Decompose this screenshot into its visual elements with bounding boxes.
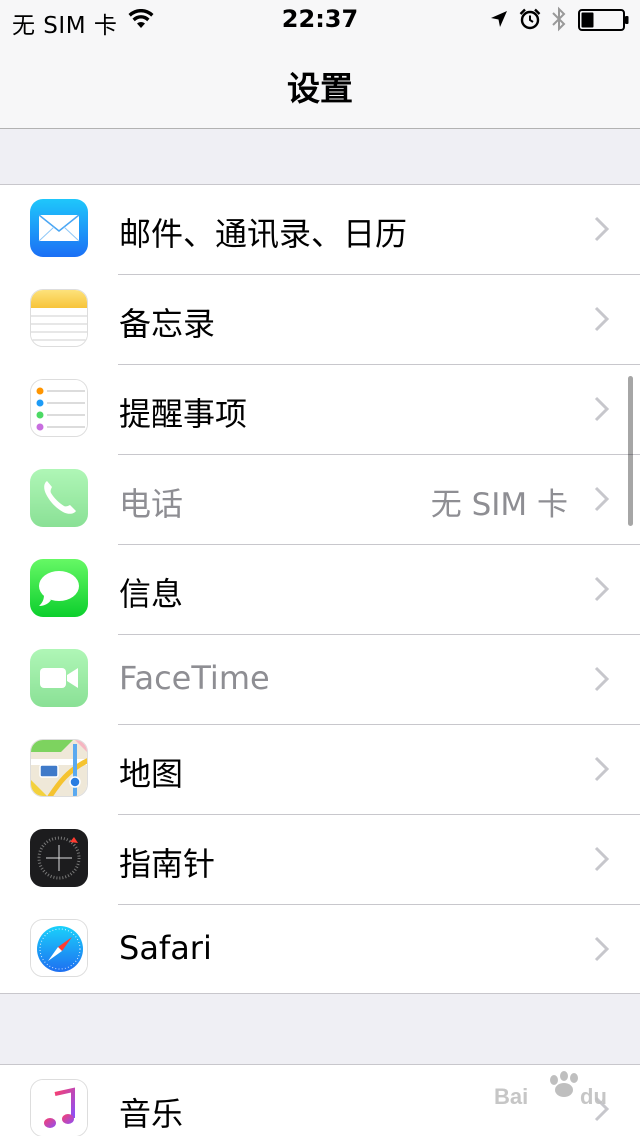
row-value-phone: 无 SIM 卡: [430, 487, 568, 523]
alarm-icon: [519, 8, 541, 30]
row-label-maps: 地图: [119, 755, 184, 793]
settings-row-notes[interactable]: 备忘录: [0, 275, 640, 365]
phone-app-icon: [30, 469, 88, 527]
clock: 22:37: [281, 5, 359, 33]
battery-icon: [578, 9, 629, 31]
settings-row-phone[interactable]: 电话 无 SIM 卡: [0, 455, 640, 545]
location-arrow-icon: [491, 11, 507, 27]
chevron-right-icon: [594, 576, 610, 602]
scroll-indicator[interactable]: [628, 376, 633, 526]
page-title: 设置: [287, 69, 353, 108]
svg-text:du: du: [580, 1084, 607, 1109]
chevron-right-icon: [594, 846, 610, 872]
row-label-reminders: 提醒事项: [119, 395, 248, 433]
settings-row-mail[interactable]: 邮件、通讯录、日历: [0, 185, 640, 275]
svg-text:Bai: Bai: [494, 1084, 528, 1109]
chevron-right-icon: [594, 216, 610, 242]
row-label-messages: 信息: [119, 575, 184, 613]
messages-app-icon: [30, 559, 88, 617]
baidu-jingyan-watermark: Bai du: [494, 1071, 607, 1109]
compass-app-icon: [30, 829, 88, 887]
settings-group-apps: 邮件、通讯录、日历 备忘录 提醒事项 电话 无 SIM 卡 信息 FaceTim…: [0, 184, 640, 994]
reminders-app-icon: [30, 379, 88, 437]
row-label-phone: 电话: [119, 485, 184, 523]
settings-screen: 无 SIM 卡 22:37 设置 邮件、通讯录、日历 备忘录 提醒事项 电话 无…: [0, 0, 640, 1136]
chevron-right-icon: [594, 306, 610, 332]
facetime-app-icon: [30, 649, 88, 707]
settings-row-safari[interactable]: Safari: [0, 905, 640, 995]
mail-app-icon: [30, 199, 88, 257]
settings-row-compass[interactable]: 指南针: [0, 815, 640, 905]
settings-row-messages[interactable]: 信息: [0, 545, 640, 635]
maps-app-icon: [30, 739, 88, 797]
chevron-right-icon: [594, 486, 610, 512]
chevron-right-icon: [594, 756, 610, 782]
row-label-compass: 指南针: [119, 845, 216, 883]
notes-app-icon: [30, 289, 88, 347]
chevron-right-icon: [594, 666, 610, 692]
row-label-music: 音乐: [119, 1095, 184, 1133]
settings-row-maps[interactable]: 地图: [0, 725, 640, 815]
music-app-icon: [30, 1079, 88, 1136]
bluetooth-icon: [552, 6, 566, 32]
settings-row-reminders[interactable]: 提醒事项: [0, 365, 640, 455]
row-label-mail: 邮件、通讯录、日历: [119, 215, 408, 253]
status-bar: 无 SIM 卡 22:37: [0, 0, 640, 40]
chevron-right-icon: [594, 396, 610, 422]
row-label-notes: 备忘录: [119, 305, 216, 343]
row-label-safari: Safari: [119, 929, 212, 967]
row-label-facetime: FaceTime: [119, 659, 270, 697]
top-bar: 无 SIM 卡 22:37 设置: [0, 0, 640, 129]
chevron-right-icon: [594, 936, 610, 962]
settings-row-facetime[interactable]: FaceTime: [0, 635, 640, 725]
safari-app-icon: [30, 919, 88, 977]
